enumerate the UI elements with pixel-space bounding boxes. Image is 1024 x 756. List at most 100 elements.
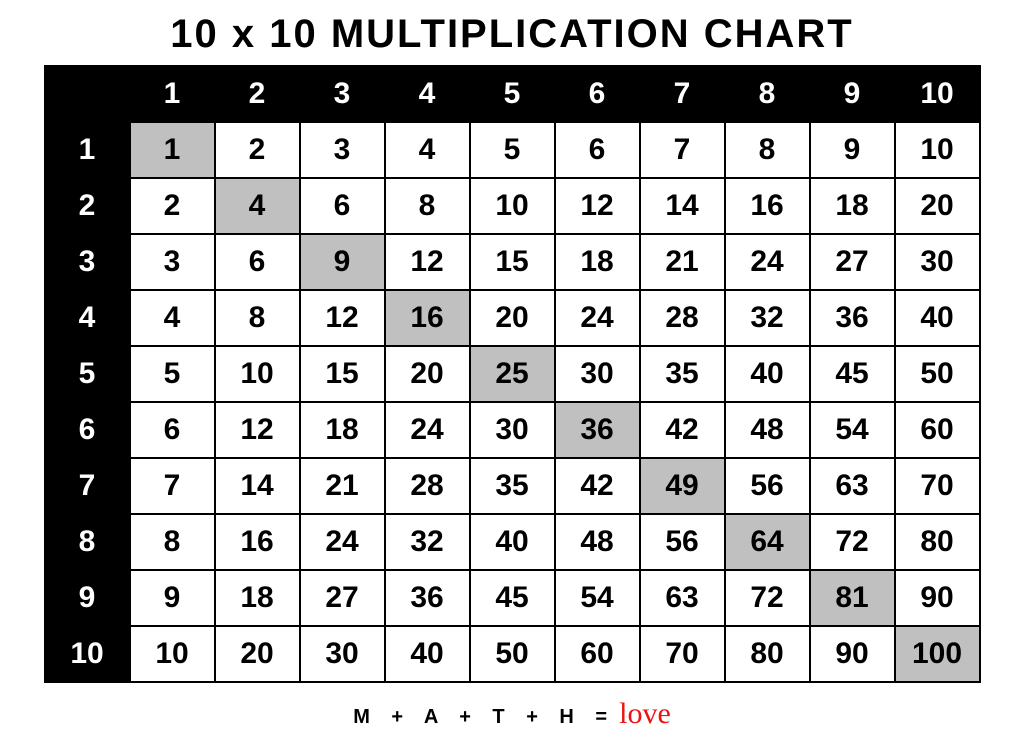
table-cell: 10 bbox=[470, 178, 555, 234]
col-header: 2 bbox=[215, 66, 300, 122]
table-cell: 90 bbox=[895, 570, 980, 626]
table-cell: 16 bbox=[215, 514, 300, 570]
table-cell: 6 bbox=[130, 402, 215, 458]
table-cell: 4 bbox=[215, 178, 300, 234]
row-header: 3 bbox=[45, 234, 130, 290]
table-cell: 12 bbox=[385, 234, 470, 290]
table-cell: 16 bbox=[725, 178, 810, 234]
table-cell: 45 bbox=[470, 570, 555, 626]
table-cell: 24 bbox=[385, 402, 470, 458]
row-header: 8 bbox=[45, 514, 130, 570]
table-cell: 6 bbox=[300, 178, 385, 234]
table-cell: 18 bbox=[555, 234, 640, 290]
page-title: 10 x 10 MULTIPLICATION CHART bbox=[170, 12, 853, 57]
table-cell: 24 bbox=[555, 290, 640, 346]
footer-love: love bbox=[619, 697, 671, 731]
table-cell: 14 bbox=[640, 178, 725, 234]
table-cell: 80 bbox=[895, 514, 980, 570]
table-cell: 36 bbox=[385, 570, 470, 626]
table-cell: 64 bbox=[725, 514, 810, 570]
table-cell: 21 bbox=[300, 458, 385, 514]
table-cell: 36 bbox=[555, 402, 640, 458]
table-cell: 6 bbox=[555, 122, 640, 178]
col-header: 6 bbox=[555, 66, 640, 122]
table-cell: 25 bbox=[470, 346, 555, 402]
table-cell: 9 bbox=[300, 234, 385, 290]
table-cell: 40 bbox=[895, 290, 980, 346]
footer-prefix: M + A + T + H = bbox=[353, 706, 615, 729]
table-cell: 56 bbox=[640, 514, 725, 570]
table-cell: 48 bbox=[555, 514, 640, 570]
table-cell: 5 bbox=[130, 346, 215, 402]
table-cell: 50 bbox=[470, 626, 555, 682]
col-header: 8 bbox=[725, 66, 810, 122]
table-cell: 18 bbox=[215, 570, 300, 626]
table-cell: 90 bbox=[810, 626, 895, 682]
table-cell: 40 bbox=[725, 346, 810, 402]
table-cell: 100 bbox=[895, 626, 980, 682]
col-header: 3 bbox=[300, 66, 385, 122]
col-header: 1 bbox=[130, 66, 215, 122]
row-header: 2 bbox=[45, 178, 130, 234]
table-cell: 9 bbox=[810, 122, 895, 178]
table-cell: 15 bbox=[300, 346, 385, 402]
table-cell: 36 bbox=[810, 290, 895, 346]
table-cell: 12 bbox=[215, 402, 300, 458]
table-cell: 24 bbox=[725, 234, 810, 290]
table-cell: 30 bbox=[555, 346, 640, 402]
table-cell: 24 bbox=[300, 514, 385, 570]
table-cell: 20 bbox=[385, 346, 470, 402]
col-header: 4 bbox=[385, 66, 470, 122]
table-cell: 14 bbox=[215, 458, 300, 514]
table-cell: 72 bbox=[810, 514, 895, 570]
table-cell: 48 bbox=[725, 402, 810, 458]
row-header: 7 bbox=[45, 458, 130, 514]
table-cell: 60 bbox=[895, 402, 980, 458]
table-cell: 42 bbox=[555, 458, 640, 514]
table-cell: 60 bbox=[555, 626, 640, 682]
table-cell: 40 bbox=[385, 626, 470, 682]
col-header: 10 bbox=[895, 66, 980, 122]
multiplication-table: 1234567891011234567891022468101214161820… bbox=[44, 65, 981, 683]
table-cell: 63 bbox=[640, 570, 725, 626]
row-header: 5 bbox=[45, 346, 130, 402]
table-cell: 2 bbox=[215, 122, 300, 178]
table-cell: 54 bbox=[555, 570, 640, 626]
table-cell: 49 bbox=[640, 458, 725, 514]
table-cell: 3 bbox=[300, 122, 385, 178]
table-cell: 45 bbox=[810, 346, 895, 402]
table-cell: 7 bbox=[130, 458, 215, 514]
table-cell: 3 bbox=[130, 234, 215, 290]
table-cell: 4 bbox=[385, 122, 470, 178]
table-cell: 9 bbox=[130, 570, 215, 626]
table-cell: 15 bbox=[470, 234, 555, 290]
row-header: 4 bbox=[45, 290, 130, 346]
table-cell: 8 bbox=[215, 290, 300, 346]
table-cell: 40 bbox=[470, 514, 555, 570]
table-cell: 8 bbox=[385, 178, 470, 234]
table-cell: 8 bbox=[130, 514, 215, 570]
table-cell: 21 bbox=[640, 234, 725, 290]
table-cell: 54 bbox=[810, 402, 895, 458]
table-cell: 16 bbox=[385, 290, 470, 346]
table-cell: 5 bbox=[470, 122, 555, 178]
table-cell: 20 bbox=[895, 178, 980, 234]
table-cell: 12 bbox=[300, 290, 385, 346]
table-cell: 32 bbox=[725, 290, 810, 346]
row-header: 1 bbox=[45, 122, 130, 178]
table-cell: 20 bbox=[215, 626, 300, 682]
table-cell: 63 bbox=[810, 458, 895, 514]
table-cell: 80 bbox=[725, 626, 810, 682]
table-cell: 81 bbox=[810, 570, 895, 626]
table-cell: 32 bbox=[385, 514, 470, 570]
col-header: 9 bbox=[810, 66, 895, 122]
table-cell: 27 bbox=[810, 234, 895, 290]
table-cell: 18 bbox=[300, 402, 385, 458]
table-cell: 30 bbox=[470, 402, 555, 458]
row-header: 9 bbox=[45, 570, 130, 626]
table-cell: 30 bbox=[300, 626, 385, 682]
table-cell: 28 bbox=[640, 290, 725, 346]
col-header: 7 bbox=[640, 66, 725, 122]
table-body: 1234567891011234567891022468101214161820… bbox=[45, 66, 980, 682]
table-cell: 18 bbox=[810, 178, 895, 234]
